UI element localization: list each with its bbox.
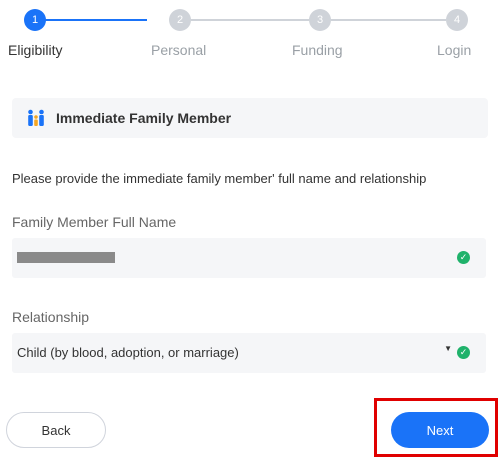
- section-title: Immediate Family Member: [56, 110, 232, 126]
- step-connector-1: [33, 19, 147, 21]
- relationship-value: Child (by blood, adoption, or marriage): [17, 345, 239, 360]
- next-button[interactable]: Next: [391, 412, 489, 448]
- relationship-select[interactable]: Child (by blood, adoption, or marriage) …: [12, 333, 486, 373]
- progress-stepper: 1 2 3 4 Eligibility Personal Funding Log…: [0, 0, 500, 70]
- check-circle-icon: ✓: [457, 346, 470, 359]
- full-name-input[interactable]: ✓: [12, 238, 486, 278]
- step-connector-2: [191, 19, 309, 21]
- step-3-label: Funding: [292, 42, 343, 58]
- step-connector-3: [331, 19, 446, 21]
- instruction-text: Please provide the immediate family memb…: [12, 171, 427, 186]
- caret-down-icon: ▼: [444, 344, 452, 353]
- relationship-label: Relationship: [12, 309, 90, 325]
- family-icon: [28, 109, 44, 126]
- redacted-name-value: [17, 252, 115, 263]
- step-2-indicator: 2: [169, 9, 191, 31]
- step-4-indicator: 4: [446, 9, 468, 31]
- step-1-indicator: 1: [24, 9, 46, 31]
- back-button[interactable]: Back: [6, 412, 106, 448]
- step-4-label: Login: [437, 42, 472, 58]
- step-3-indicator: 3: [309, 9, 331, 31]
- full-name-label: Family Member Full Name: [12, 214, 177, 230]
- step-1-label: Eligibility: [8, 42, 63, 58]
- section-header: Immediate Family Member: [12, 98, 488, 138]
- check-circle-icon: ✓: [457, 251, 470, 264]
- step-2-label: Personal: [151, 42, 207, 58]
